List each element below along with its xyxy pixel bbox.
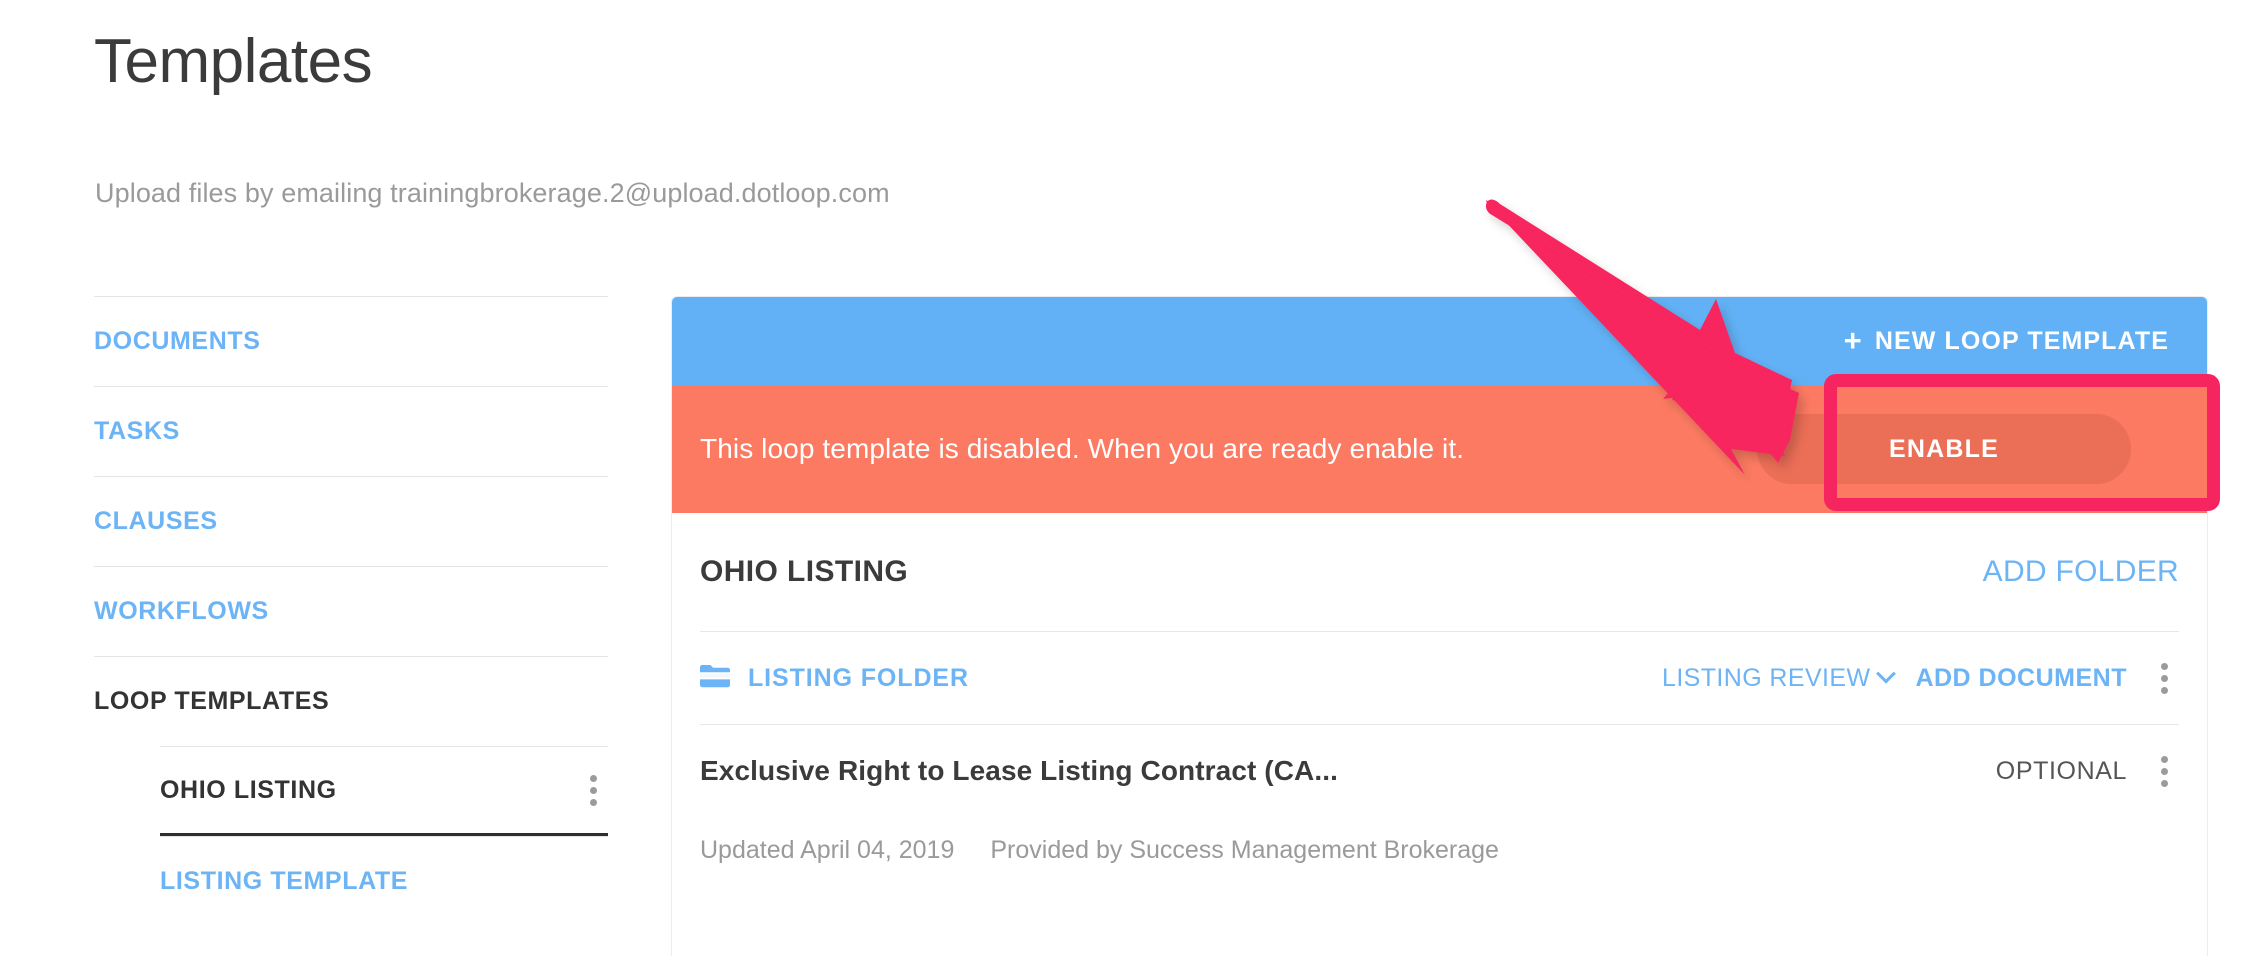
add-folder-button[interactable]: ADD FOLDER: [1983, 555, 2179, 589]
sidebar-subitem-listing-template[interactable]: LISTING TEMPLATE: [160, 836, 608, 926]
banner-message: This loop template is disabled. When you…: [700, 433, 1465, 464]
sidebar-item-workflows[interactable]: WORKFLOWS: [94, 566, 608, 656]
folder-name: LISTING FOLDER: [748, 663, 969, 692]
new-loop-template-label: NEW LOOP TEMPLATE: [1874, 326, 2169, 355]
folder-header-row: OHIO LISTING ADD FOLDER: [700, 513, 2179, 631]
card-topbar: + NEW LOOP TEMPLATE: [672, 297, 2207, 385]
sidebar-subitem-ohio-listing[interactable]: OHIO LISTING: [160, 746, 608, 836]
folder-row: LISTING FOLDER LISTING REVIEW ADD DOCUME…: [700, 632, 2179, 724]
folder-header-title: OHIO LISTING: [700, 555, 909, 588]
template-disabled-banner: This loop template is disabled. When you…: [672, 385, 2207, 513]
sidebar-item-label: CLAUSES: [94, 507, 218, 535]
kebab-menu-icon[interactable]: [2149, 655, 2179, 701]
enable-button[interactable]: ENABLE: [1757, 414, 2131, 484]
document-provider: Provided by Success Management Brokerage: [990, 835, 1499, 864]
sidebar-item-tasks[interactable]: TASKS: [94, 386, 608, 476]
sidebar-item-loop-templates[interactable]: LOOP TEMPLATES: [94, 656, 608, 746]
document-row-right: OPTIONAL: [1996, 748, 2179, 794]
document-metadata: Updated April 04, 2019 Provided by Succe…: [700, 817, 2179, 879]
folder-row-left[interactable]: LISTING FOLDER: [700, 664, 969, 693]
sidebar-item-label: DOCUMENTS: [94, 327, 261, 355]
sidebar-item-label: WORKFLOWS: [94, 597, 269, 625]
new-loop-template-button[interactable]: + NEW LOOP TEMPLATE: [1843, 322, 2169, 358]
loop-template-card: + NEW LOOP TEMPLATE This loop template i…: [672, 297, 2207, 956]
sidebar-item-clauses[interactable]: CLAUSES: [94, 476, 608, 566]
document-name: Exclusive Right to Lease Listing Contrac…: [700, 755, 1339, 786]
document-status-badge: OPTIONAL: [1995, 756, 2127, 785]
page-root: Templates Upload files by emailing train…: [0, 0, 2248, 956]
listing-review-label: LISTING REVIEW: [1662, 663, 1871, 692]
kebab-menu-icon[interactable]: [578, 767, 608, 813]
sidebar-item-label: TASKS: [94, 417, 180, 445]
upload-email-hint: Upload files by emailing trainingbrokera…: [95, 178, 890, 208]
chevron-down-icon: [1876, 663, 1897, 684]
sidebar-item-label: LOOP TEMPLATES: [94, 687, 330, 715]
add-document-button[interactable]: ADD DOCUMENT: [1915, 664, 2127, 693]
folder-row-right: LISTING REVIEW ADD DOCUMENT: [1662, 655, 2179, 701]
card-body: OHIO LISTING ADD FOLDER LISTING FOLDER L…: [672, 513, 2207, 879]
templates-sidebar: DOCUMENTS TASKS CLAUSES WORKFLOWS LOOP T…: [94, 296, 608, 926]
document-row[interactable]: Exclusive Right to Lease Listing Contrac…: [700, 725, 2179, 817]
sidebar-item-documents[interactable]: DOCUMENTS: [94, 296, 608, 386]
plus-icon: +: [1843, 322, 1863, 358]
folder-icon: [700, 664, 730, 693]
page-title: Templates: [94, 27, 373, 96]
document-updated: Updated April 04, 2019: [700, 835, 955, 864]
sidebar-subitem-label: OHIO LISTING: [160, 775, 337, 804]
sidebar-subitem-label: LISTING TEMPLATE: [160, 867, 409, 895]
kebab-menu-icon[interactable]: [2149, 748, 2179, 794]
listing-review-dropdown[interactable]: LISTING REVIEW: [1662, 663, 1897, 693]
